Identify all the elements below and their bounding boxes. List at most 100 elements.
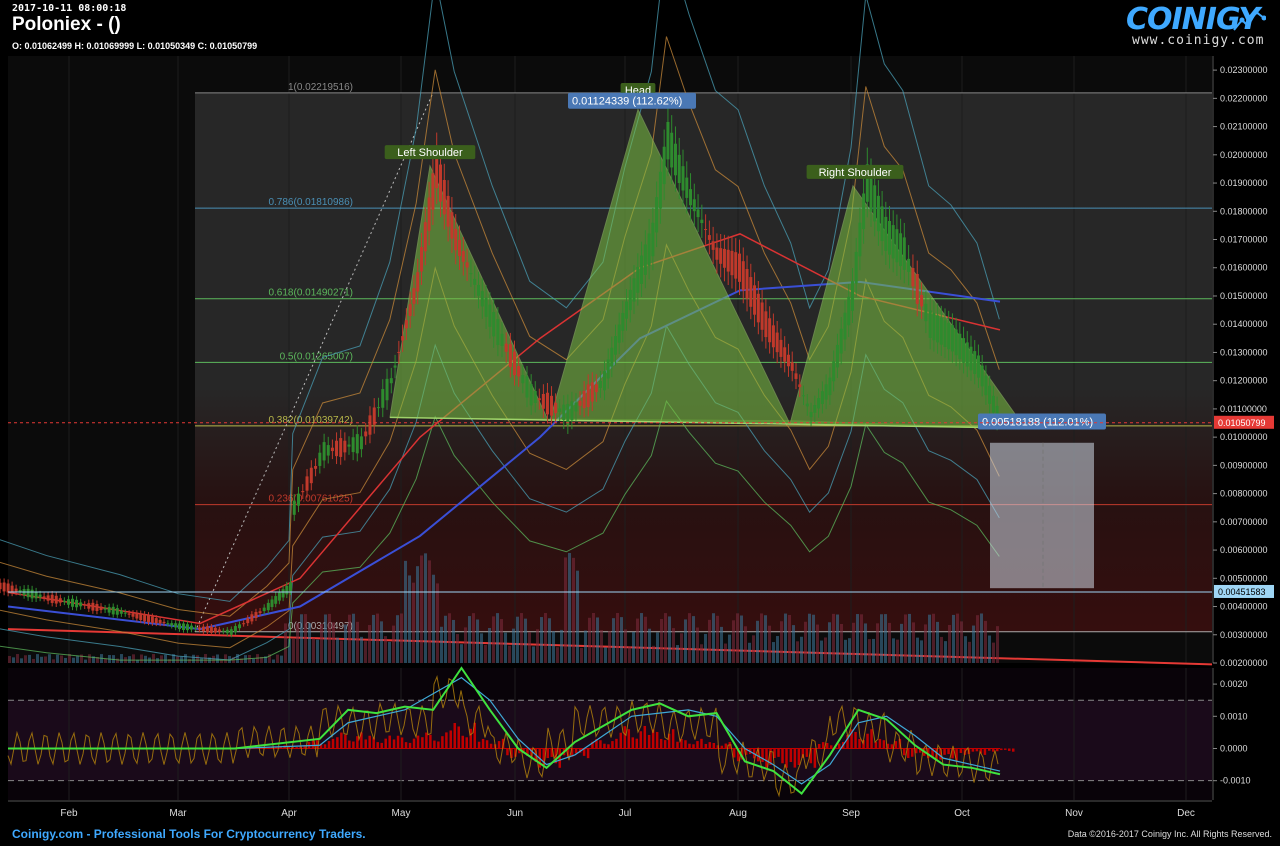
candle-body xyxy=(408,304,412,317)
pattern-label: Right Shoulder xyxy=(819,167,892,179)
candle-body xyxy=(786,354,790,367)
volume-bar xyxy=(196,655,199,663)
volume-bar xyxy=(104,658,107,663)
volume-bar xyxy=(724,643,727,663)
candle-body xyxy=(947,322,951,350)
candle-body xyxy=(832,361,836,382)
price-plot[interactable]: 1(0.02219516) 0.786(0.01810986) 0.618(0.01… xyxy=(0,0,1213,666)
candle-body xyxy=(643,244,647,275)
candle-body xyxy=(2,582,6,592)
candle-body xyxy=(75,599,79,608)
candle-body xyxy=(285,585,289,595)
volume-bar xyxy=(652,645,655,663)
volume-bar xyxy=(212,655,215,663)
price-tick-label: 0.00400000 xyxy=(1220,602,1268,612)
candle-body xyxy=(166,623,170,625)
candle-body xyxy=(513,351,517,376)
candle-body xyxy=(318,452,322,466)
price-tick-label: 0.00800000 xyxy=(1220,489,1268,499)
candle-body xyxy=(726,249,730,272)
candle-body xyxy=(270,599,274,607)
candle-body xyxy=(372,407,376,425)
volume-bar xyxy=(116,658,119,663)
candle-body xyxy=(984,375,988,396)
fib-level-label: 0.382(0.01039742) xyxy=(268,415,353,426)
candle-body xyxy=(854,251,858,284)
histogram-bar xyxy=(983,748,987,755)
histogram-bar xyxy=(623,726,627,749)
candle-body xyxy=(554,402,558,414)
volume-bar xyxy=(812,614,815,663)
volume-bar xyxy=(960,621,963,663)
candle-body xyxy=(647,233,651,266)
candle-body xyxy=(749,277,753,307)
candle-body xyxy=(666,121,670,160)
volume-bar xyxy=(980,613,983,663)
candle-body xyxy=(66,599,70,605)
histogram-bar xyxy=(902,748,906,756)
histogram-bar xyxy=(1012,748,1015,752)
volume-bar xyxy=(416,566,419,663)
coinigy-logo[interactable]: COINIGY www.coinigy.com xyxy=(1126,2,1266,50)
histogram-bar xyxy=(676,741,679,749)
price-tick-label: 0.02300000 xyxy=(1220,65,1268,75)
candle-body xyxy=(888,220,891,255)
volume-bar xyxy=(636,618,639,663)
histogram-bar xyxy=(724,743,728,749)
volume-bar xyxy=(448,613,451,663)
candle-body xyxy=(802,395,806,397)
volume-bar xyxy=(716,615,719,663)
candle-body xyxy=(301,491,305,493)
volume-bar xyxy=(328,613,331,663)
volume-bar xyxy=(40,656,43,663)
candle-body xyxy=(469,273,473,275)
volume-bar xyxy=(844,639,847,663)
volume-bar xyxy=(604,647,607,663)
volume-bar xyxy=(552,631,555,663)
histogram-bar xyxy=(894,741,898,749)
month-tick-label: Jul xyxy=(619,808,632,819)
candle-body xyxy=(950,325,954,352)
volume-bar xyxy=(840,623,843,663)
candle-body xyxy=(632,278,636,302)
candle-body xyxy=(965,342,969,367)
volume-bar xyxy=(876,623,879,663)
candle-body xyxy=(521,375,525,384)
histogram-bar xyxy=(910,748,914,757)
volume-bar xyxy=(128,656,131,663)
volume-bar xyxy=(584,630,587,663)
candle-body xyxy=(598,380,602,388)
volume-bar xyxy=(324,614,327,663)
histogram-bar xyxy=(821,742,825,749)
volume-bar xyxy=(492,616,495,663)
volume-bar xyxy=(872,638,875,663)
month-tick-label: Feb xyxy=(60,808,78,819)
volume-bar xyxy=(76,655,79,663)
volume-bar xyxy=(396,615,399,663)
candle-body xyxy=(756,293,760,323)
histogram-bar xyxy=(404,742,408,749)
volume-bar xyxy=(908,613,911,663)
volume-bar xyxy=(276,654,279,663)
candle-body xyxy=(617,324,621,343)
volume-bar xyxy=(320,623,323,663)
histogram-bar xyxy=(817,743,821,749)
footer-tagline[interactable]: Coinigy.com - Professional Tools For Cry… xyxy=(12,827,366,841)
candle-body xyxy=(26,588,30,598)
candle-body xyxy=(6,583,10,593)
volume-bar xyxy=(424,553,427,663)
candle-body xyxy=(62,600,66,602)
candle-body xyxy=(973,351,977,374)
candle-body xyxy=(314,466,318,469)
volume-bar xyxy=(64,657,67,663)
volume-bar xyxy=(760,613,763,663)
macd-plot[interactable] xyxy=(7,666,1212,800)
volume-bar xyxy=(284,623,287,663)
histogram-bar xyxy=(813,748,817,768)
histogram-bar xyxy=(793,748,797,768)
candle-body xyxy=(10,585,14,593)
candle-body xyxy=(954,329,958,356)
candle-body xyxy=(924,303,928,322)
candle-body xyxy=(692,199,696,212)
candle-body xyxy=(250,614,254,622)
